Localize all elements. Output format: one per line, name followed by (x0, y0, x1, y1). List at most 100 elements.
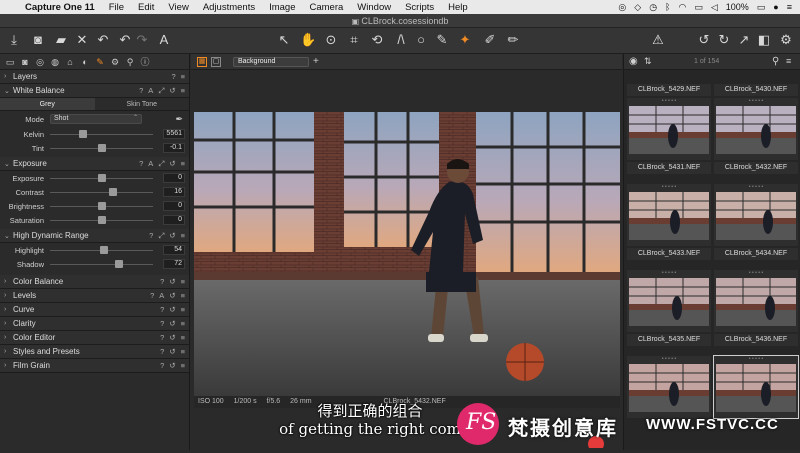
warning-icon[interactable]: ⚠ (650, 32, 666, 48)
thumbnail[interactable]: • • • • • (714, 184, 798, 246)
help-icon[interactable]: ? (171, 72, 175, 81)
picker-icon[interactable]: ⤢ (158, 86, 164, 96)
kelvin-slider[interactable] (50, 129, 153, 138)
picker-icon[interactable]: ⤢ (158, 159, 164, 169)
search-icon[interactable]: ⚲ (772, 56, 779, 67)
kelvin-value[interactable]: 5561 (163, 129, 185, 139)
sliders-icon[interactable]: ≡ (181, 305, 185, 314)
thumbnail[interactable]: • • • • • (714, 98, 798, 160)
exposure-slider[interactable] (50, 173, 153, 182)
text-tool-icon[interactable]: A (156, 32, 172, 48)
thumbnail[interactable]: CLBrock_5430.NEF (714, 84, 798, 96)
star-rating[interactable]: • • • • • (627, 356, 711, 362)
help-icon[interactable]: ? (160, 305, 164, 314)
sliders-icon[interactable]: ≡ (181, 231, 185, 241)
reset-icon[interactable]: ↺ (169, 319, 175, 328)
eye-icon[interactable]: ◉ (629, 56, 638, 67)
creative-cloud-icon[interactable]: ◎ (618, 2, 626, 13)
sliders-icon[interactable]: ≡ (181, 72, 185, 81)
reset-icon[interactable]: ↺ (169, 305, 175, 314)
sliders-icon[interactable]: ≡ (181, 347, 185, 356)
shadow-slider[interactable] (50, 259, 153, 268)
levels-tool-header[interactable]: › Levels ? A ↺ ≡ (0, 289, 189, 303)
thumbnail[interactable]: • • • • • (627, 270, 711, 332)
menu-help[interactable]: Help (441, 2, 475, 13)
menu-window[interactable]: Window (350, 2, 398, 13)
reset-icon[interactable]: ↺ (169, 347, 175, 356)
thumbnail[interactable]: • • • • • (627, 98, 711, 160)
menu-edit[interactable]: Edit (131, 2, 161, 13)
help-icon[interactable]: ? (149, 231, 153, 241)
single-view-icon[interactable]: ▢ (211, 57, 221, 67)
delete-icon[interactable]: ✕ (74, 32, 90, 48)
volume-icon[interactable]: ◁ (711, 2, 718, 13)
picker-icon[interactable]: ⤢ (158, 231, 164, 241)
contrast-value[interactable]: 16 (163, 187, 185, 197)
reset-icon[interactable]: ↺ (169, 86, 175, 96)
sliders-icon[interactable]: ≡ (181, 291, 185, 300)
star-rating[interactable]: • • • • • (714, 184, 798, 190)
rotate-tool-icon[interactable]: ⟲ (369, 32, 385, 48)
background-select[interactable]: Background (233, 57, 309, 67)
reset-icon[interactable]: ↶ (95, 32, 111, 48)
cursor-tool-icon[interactable]: ↖ (276, 32, 292, 48)
menu-view[interactable]: View (161, 2, 195, 13)
slider-knob[interactable] (78, 129, 87, 138)
mask-brush-icon[interactable]: ✎ (434, 32, 450, 48)
annotation-tool-icon[interactable]: ✐ (482, 32, 498, 48)
sliders-icon[interactable]: ≡ (181, 159, 185, 169)
wifi-icon[interactable]: ◠ (678, 2, 686, 13)
reset-icon[interactable]: ↺ (169, 361, 175, 370)
thumbnail[interactable]: • • • • • (627, 184, 711, 246)
menu-camera[interactable]: Camera (303, 2, 351, 13)
slider-knob[interactable] (98, 215, 107, 224)
rotate-right-icon[interactable]: ↻ (716, 32, 732, 48)
saturation-value[interactable]: 0 (163, 215, 185, 225)
menu-app[interactable]: Capture One 11 (18, 2, 102, 13)
crop-tool-icon[interactable]: ⌗ (346, 32, 362, 48)
thumbnail[interactable]: CLBrock_5429.NEF (627, 84, 711, 96)
layers-tool-header[interactable]: › Layers ? ≡ (0, 70, 189, 84)
help-icon[interactable]: ? (160, 319, 164, 328)
reset-icon[interactable]: ↺ (169, 159, 175, 169)
reset-icon[interactable]: ↺ (169, 231, 175, 241)
help-icon[interactable]: ? (139, 159, 143, 169)
undo-icon[interactable]: ↶ (117, 32, 133, 48)
menu-icon[interactable]: ≡ (786, 56, 791, 66)
brightness-value[interactable]: 0 (163, 201, 185, 211)
slider-knob[interactable] (108, 187, 117, 196)
exposure-tool-header[interactable]: ⌄ Exposure ? A ⤢ ↺ ≡ (0, 157, 189, 171)
lens-tab-icon[interactable]: ◎ (34, 56, 46, 68)
slider-knob[interactable] (98, 143, 107, 152)
menu-image[interactable]: Image (262, 2, 302, 13)
loupe-tool-icon[interactable]: ⊙ (323, 32, 339, 48)
auto-icon[interactable]: A (148, 159, 153, 169)
main-photo[interactable] (194, 112, 620, 396)
details-tab-icon[interactable]: ⚙ (109, 56, 121, 68)
help-icon[interactable]: ? (150, 291, 154, 300)
reset-icon[interactable]: ↺ (169, 333, 175, 342)
add-layer-icon[interactable]: + (313, 56, 319, 67)
slider-knob[interactable] (114, 259, 123, 268)
exposure-tab-icon[interactable]: ◐ (79, 56, 91, 68)
contrast-slider[interactable] (50, 187, 153, 196)
shadow-value[interactable]: 72 (163, 259, 185, 269)
clarity-tool-header[interactable]: › Clarity ? ↺ ≡ (0, 317, 189, 331)
slider-knob[interactable] (98, 173, 107, 182)
highlight-slider[interactable] (50, 245, 153, 254)
composition-tab-icon[interactable]: ⌂ (64, 56, 76, 68)
settings-gear-icon[interactable]: ⚙ (778, 32, 794, 48)
info-tab-icon[interactable]: ⓘ (139, 56, 151, 68)
import-icon[interactable]: ⤓ (6, 32, 22, 48)
tint-value[interactable]: -0.1 (163, 143, 185, 153)
reset-icon[interactable]: ↺ (169, 291, 175, 300)
bluetooth-icon[interactable]: ᛒ (665, 2, 670, 12)
sliders-icon[interactable]: ≡ (181, 86, 185, 96)
erase-tool-icon[interactable]: ✏ (505, 32, 521, 48)
reset-icon[interactable]: ↺ (169, 277, 175, 286)
notification-center-icon[interactable]: ≡ (787, 2, 792, 12)
star-rating[interactable]: • • • • • (627, 98, 711, 104)
curve-tool-header[interactable]: › Curve ? ↺ ≡ (0, 303, 189, 317)
help-icon[interactable]: ? (160, 333, 164, 342)
spot-removal-icon[interactable]: ○ (413, 32, 429, 48)
